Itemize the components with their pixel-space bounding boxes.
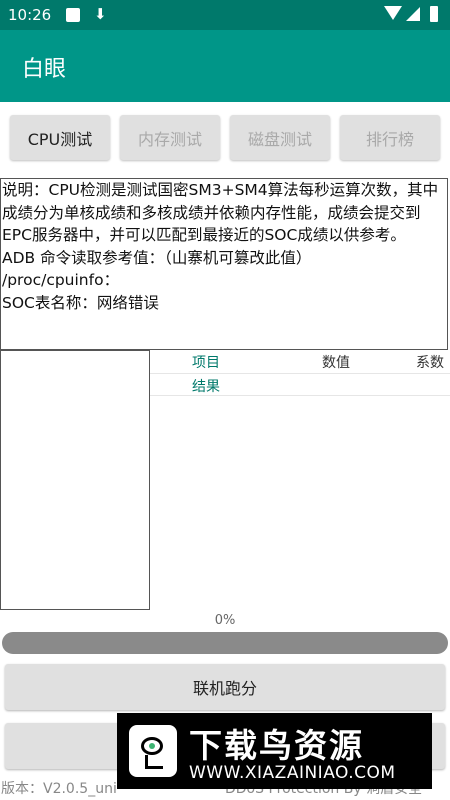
tab-memory-test[interactable]: 内存测试 [120,115,220,160]
column-item: 项目 [192,355,220,371]
adb-reference-label: ADB 命令读取参考值：（山寨机可篡改此值） [2,248,312,267]
version-label: 版本：V2.0.5_uni [1,781,117,797]
battery-icon [430,6,438,22]
download-icon: ⬇ [94,5,107,23]
table-divider [150,373,450,374]
table-row: 结果 [150,375,450,395]
description-box[interactable]: 说明：CPU检测是测试国密SM3+SM4算法每秒运算次数，其中成绩分为单核成绩和… [0,178,448,350]
status-time: 10:26 [8,6,52,24]
column-coefficient: 系数 [416,355,444,371]
results-table-header: 项目 数值 系数 [150,350,450,372]
app-title: 白眼 [22,57,67,82]
watermark-banner: 下载鸟资源 WWW.XIAZAINIAO.COM [117,713,432,789]
banner-title: 下载鸟资源 [189,726,364,765]
progress-percent: 0% [214,613,236,628]
progress-bar [2,632,448,654]
app-bar: 白眼 [0,30,450,102]
status-bar: 10:26 ⬇ [0,0,450,30]
notification-square-icon [66,8,80,22]
soc-table-name: SOC表名称：网络错误 [2,293,159,312]
tab-disk-test[interactable]: 磁盘测试 [230,115,330,160]
tab-cpu-test[interactable]: CPU测试 [10,115,110,160]
description-text: 说明：CPU检测是测试国密SM3+SM4算法每秒运算次数，其中成绩分为单核成绩和… [2,181,439,244]
bird-logo-icon [129,725,177,777]
online-run-button[interactable]: 联机跑分 [5,664,445,710]
column-value: 数值 [322,355,350,371]
result-label: 结果 [192,379,220,395]
table-divider [150,395,450,396]
tab-leaderboard[interactable]: 排行榜 [340,115,440,160]
wifi-icon [384,6,402,20]
score-list-box[interactable] [0,350,150,610]
cpuinfo-path: /proc/cpuinfo： [2,271,120,289]
signal-icon [406,7,420,21]
banner-url: WWW.XIAZAINIAO.COM [189,763,396,783]
